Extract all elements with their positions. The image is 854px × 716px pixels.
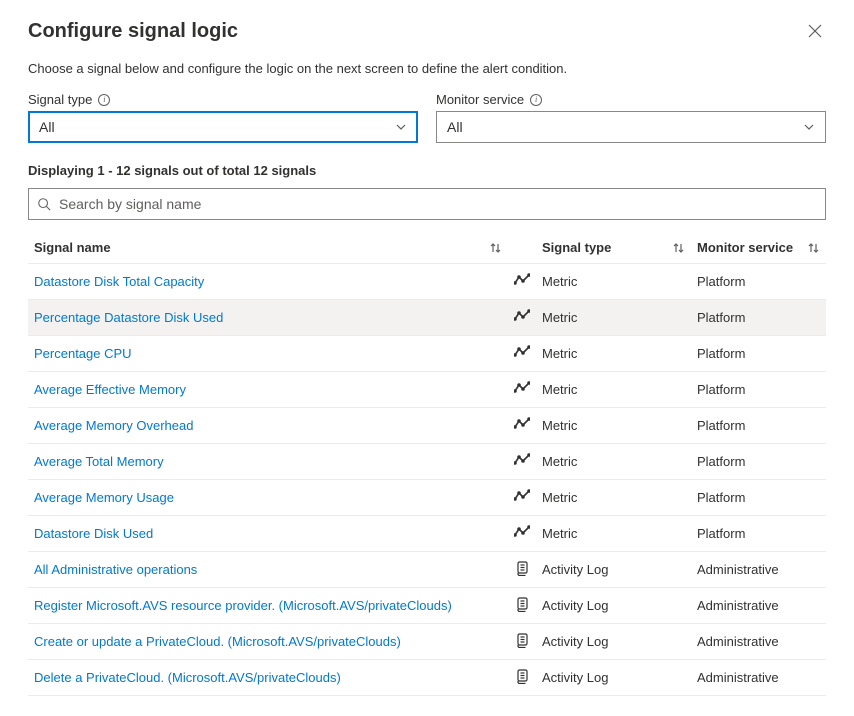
signal-type-cell: Metric — [536, 516, 691, 552]
monitor-service-cell: Platform — [691, 264, 826, 300]
table-row[interactable]: Percentage Datastore Disk Used MetricPlat… — [28, 300, 826, 336]
metric-icon — [514, 272, 530, 288]
monitor-service-value: All — [447, 119, 463, 135]
signal-type-cell: Metric — [536, 336, 691, 372]
table-row[interactable]: Register Microsoft.AVS resource provider… — [28, 588, 826, 624]
sort-icon — [488, 241, 502, 255]
close-icon — [808, 24, 822, 38]
table-row[interactable]: Percentage CPU MetricPlatform — [28, 336, 826, 372]
signal-type-cell: Activity Log — [536, 552, 691, 588]
signal-link[interactable]: All Administrative operations — [34, 562, 197, 577]
metric-icon — [514, 416, 530, 432]
signal-link[interactable]: Register Microsoft.AVS resource provider… — [34, 598, 452, 613]
signal-type-label-text: Signal type — [28, 92, 92, 107]
table-row[interactable]: Datastore Disk Total Capacity MetricPlatf… — [28, 264, 826, 300]
intro-text: Choose a signal below and configure the … — [28, 61, 826, 76]
table-row[interactable]: All Administrative operations Activity Lo… — [28, 552, 826, 588]
signal-link[interactable]: Delete a PrivateCloud. (Microsoft.AVS/pr… — [34, 670, 341, 685]
info-icon[interactable]: i — [98, 94, 110, 106]
monitor-service-cell: Platform — [691, 372, 826, 408]
monitor-service-cell: Platform — [691, 408, 826, 444]
signal-type-cell: Metric — [536, 300, 691, 336]
search-input[interactable] — [59, 196, 817, 212]
column-header-service-text: Monitor service — [697, 240, 793, 255]
column-header-type[interactable]: Signal type — [536, 232, 691, 264]
column-header-type-text: Signal type — [542, 240, 611, 255]
monitor-service-cell: Platform — [691, 300, 826, 336]
monitor-service-cell: Administrative — [691, 660, 826, 696]
close-button[interactable] — [804, 20, 826, 45]
signal-link[interactable]: Datastore Disk Total Capacity — [34, 274, 204, 289]
table-row[interactable]: Average Memory Overhead MetricPlatform — [28, 408, 826, 444]
signal-link[interactable]: Datastore Disk Used — [34, 526, 153, 541]
activity-log-icon — [514, 668, 530, 684]
metric-icon — [514, 380, 530, 396]
signal-type-label: Signal type i — [28, 92, 418, 107]
info-icon[interactable]: i — [530, 94, 542, 106]
signal-link[interactable]: Percentage Datastore Disk Used — [34, 310, 223, 325]
signal-type-cell: Metric — [536, 264, 691, 300]
monitor-service-dropdown[interactable]: All — [436, 111, 826, 143]
monitor-service-label-text: Monitor service — [436, 92, 524, 107]
metric-icon — [514, 344, 530, 360]
metric-icon — [514, 308, 530, 324]
dialog-title: Configure signal logic — [28, 20, 238, 43]
signal-type-cell: Metric — [536, 408, 691, 444]
activity-log-icon — [514, 560, 530, 576]
search-box[interactable] — [28, 188, 826, 220]
sort-icon — [806, 241, 820, 255]
activity-log-icon — [514, 596, 530, 612]
table-row[interactable]: Delete a PrivateCloud. (Microsoft.AVS/pr… — [28, 660, 826, 696]
signal-type-value: All — [39, 119, 55, 135]
displaying-count: Displaying 1 - 12 signals out of total 1… — [28, 163, 826, 178]
monitor-service-cell: Platform — [691, 336, 826, 372]
signal-link[interactable]: Average Memory Usage — [34, 490, 174, 505]
table-row[interactable]: Average Memory Usage MetricPlatform — [28, 480, 826, 516]
metric-icon — [514, 524, 530, 540]
monitor-service-label: Monitor service i — [436, 92, 826, 107]
monitor-service-cell: Platform — [691, 444, 826, 480]
column-header-name-text: Signal name — [34, 240, 111, 255]
sort-icon — [671, 241, 685, 255]
activity-log-icon — [514, 632, 530, 648]
signal-type-cell: Metric — [536, 444, 691, 480]
column-header-name[interactable]: Signal name — [28, 232, 508, 264]
metric-icon — [514, 488, 530, 504]
signal-type-cell: Metric — [536, 480, 691, 516]
search-icon — [37, 197, 51, 211]
table-row[interactable]: Average Effective Memory MetricPlatform — [28, 372, 826, 408]
signal-table: Signal name Signal type — [28, 232, 826, 696]
signal-type-cell: Activity Log — [536, 660, 691, 696]
column-header-service[interactable]: Monitor service — [691, 232, 826, 264]
monitor-service-cell: Platform — [691, 516, 826, 552]
monitor-service-cell: Administrative — [691, 624, 826, 660]
monitor-service-cell: Administrative — [691, 552, 826, 588]
signal-type-dropdown[interactable]: All — [28, 111, 418, 143]
monitor-service-cell: Platform — [691, 480, 826, 516]
signal-link[interactable]: Create or update a PrivateCloud. (Micros… — [34, 634, 401, 649]
chevron-down-icon — [803, 121, 815, 133]
signal-type-cell: Metric — [536, 372, 691, 408]
signal-link[interactable]: Percentage CPU — [34, 346, 132, 361]
monitor-service-cell: Administrative — [691, 588, 826, 624]
table-row[interactable]: Average Total Memory MetricPlatform — [28, 444, 826, 480]
signal-link[interactable]: Average Effective Memory — [34, 382, 186, 397]
chevron-down-icon — [395, 121, 407, 133]
signal-link[interactable]: Average Memory Overhead — [34, 418, 193, 433]
signal-link[interactable]: Average Total Memory — [34, 454, 164, 469]
metric-icon — [514, 452, 530, 468]
signal-type-cell: Activity Log — [536, 624, 691, 660]
table-row[interactable]: Datastore Disk Used MetricPlatform — [28, 516, 826, 552]
signal-type-cell: Activity Log — [536, 588, 691, 624]
table-row[interactable]: Create or update a PrivateCloud. (Micros… — [28, 624, 826, 660]
